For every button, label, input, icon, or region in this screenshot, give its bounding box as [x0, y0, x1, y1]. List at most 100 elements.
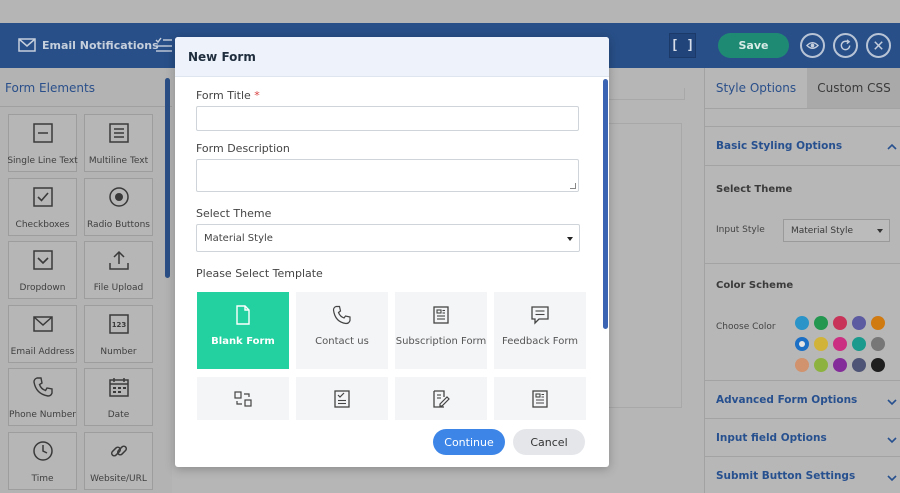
element-label: Email Address [10, 347, 75, 357]
document-edit-icon [433, 390, 450, 408]
phone-icon [32, 377, 53, 397]
element-number[interactable]: 123 Number [84, 305, 153, 363]
resize-handle-icon[interactable] [570, 183, 576, 189]
panel-divider [0, 106, 172, 107]
radio-button-icon [108, 187, 129, 207]
color-swatch[interactable] [833, 358, 847, 372]
section-divider [705, 126, 900, 127]
clock-icon [32, 441, 53, 461]
list-tab[interactable] [155, 37, 173, 53]
chevron-down-icon[interactable] [886, 472, 898, 484]
element-label: Time [31, 474, 54, 484]
chevron-down-icon[interactable] [886, 434, 898, 446]
element-single-line-text[interactable]: Single Line Text [7, 114, 78, 172]
element-file-upload[interactable]: File Upload [84, 241, 153, 299]
template-label-text: Subscription Form [395, 336, 487, 347]
input-style-label: Input Style [716, 225, 765, 235]
new-form-modal: New Form Form Title * Form Description S… [175, 37, 609, 467]
color-swatch[interactable] [833, 337, 847, 351]
element-radio-buttons[interactable]: Radio Buttons [84, 178, 153, 236]
single-line-text-icon [32, 123, 53, 143]
tab-custom-css[interactable]: Custom CSS [807, 68, 900, 108]
element-label: Checkboxes [15, 220, 70, 230]
select-theme-heading: Select Theme [716, 184, 793, 195]
template-newspaper[interactable] [494, 377, 586, 420]
save-button[interactable]: Save [718, 33, 789, 58]
fullscreen-button[interactable]: [ ] [669, 33, 696, 58]
section-divider [705, 418, 900, 419]
color-swatch[interactable] [852, 316, 866, 330]
transfer-icon [234, 391, 252, 407]
checklist-icon [334, 390, 350, 408]
template-feedback-form[interactable]: Feedback Form [494, 292, 586, 369]
template-blank-form[interactable]: Blank Form [197, 292, 289, 369]
chevron-down-icon[interactable] [886, 396, 898, 408]
eye-icon [806, 42, 819, 49]
form-elements-panel: Form Elements Single Line Text Multiline… [0, 68, 172, 493]
caret-down-icon [877, 229, 883, 233]
template-document-edit[interactable] [395, 377, 487, 420]
top-strip [0, 0, 900, 23]
color-swatch[interactable] [814, 316, 828, 330]
template-checklist[interactable] [296, 377, 388, 420]
color-swatch[interactable] [871, 316, 885, 330]
form-title-input[interactable] [196, 106, 579, 131]
left-panel-scrollbar[interactable] [165, 78, 170, 278]
canvas-frame [602, 123, 682, 408]
color-swatch[interactable] [814, 358, 828, 372]
tab-style-options[interactable]: Style Options [705, 68, 807, 108]
close-builder-button[interactable] [866, 33, 891, 58]
email-notifications-tab[interactable]: Email Notifications [18, 37, 159, 53]
element-time[interactable]: Time [8, 432, 77, 490]
color-swatch[interactable] [795, 316, 809, 330]
element-label: Phone Number [9, 410, 76, 420]
element-label: Number [100, 347, 137, 357]
element-multiline-text[interactable]: Multiline Text [84, 114, 153, 172]
chevron-up-icon[interactable] [886, 141, 898, 153]
template-subscription-form[interactable]: Subscription Form [395, 292, 487, 369]
form-title-label-text: Form Title [196, 89, 251, 102]
element-date[interactable]: Date [84, 368, 153, 426]
color-swatch[interactable] [871, 358, 885, 372]
color-swatch[interactable] [795, 358, 809, 372]
submit-button-settings-header[interactable]: Submit Button Settings [716, 470, 855, 482]
list-check-icon [155, 37, 172, 52]
select-theme-label: Select Theme [196, 207, 272, 220]
advanced-form-options-header[interactable]: Advanced Form Options [716, 394, 857, 406]
form-elements-title: Form Elements [5, 81, 95, 95]
template-label: Please Select Template [196, 267, 323, 280]
email-icon [32, 316, 53, 332]
continue-button[interactable]: Continue [433, 429, 505, 455]
input-style-select[interactable]: Material Style [783, 219, 890, 242]
choose-color-label: Choose Color [716, 322, 776, 332]
element-checkboxes[interactable]: Checkboxes [8, 178, 77, 236]
color-swatch[interactable] [852, 358, 866, 372]
template-contact-us[interactable]: Contact us [296, 292, 388, 369]
form-description-textarea[interactable] [196, 159, 579, 192]
color-swatch[interactable] [852, 337, 866, 351]
preview-button[interactable] [800, 33, 825, 58]
element-website-url[interactable]: Website/URL [84, 432, 153, 490]
color-swatch[interactable] [814, 337, 828, 351]
modal-scrollbar[interactable] [603, 79, 608, 329]
element-label: Website/URL [90, 474, 147, 484]
reset-button[interactable] [833, 33, 858, 58]
color-swatch[interactable] [871, 337, 885, 351]
template-transfer[interactable] [197, 377, 289, 420]
element-dropdown[interactable]: Dropdown [8, 241, 77, 299]
envelope-icon [18, 38, 36, 52]
input-field-options-header[interactable]: Input field Options [716, 432, 827, 444]
canvas-frame-top [602, 88, 685, 100]
element-phone-number[interactable]: Phone Number [8, 368, 77, 426]
cancel-button[interactable]: Cancel [513, 429, 585, 455]
newspaper-icon [532, 390, 548, 408]
element-label: Multiline Text [88, 156, 149, 166]
color-swatch[interactable] [833, 316, 847, 330]
section-divider [705, 380, 900, 381]
element-label: Date [107, 410, 130, 420]
color-swatch[interactable] [795, 337, 809, 351]
element-email-address[interactable]: Email Address [8, 305, 77, 363]
theme-select[interactable]: Material Style [196, 224, 580, 252]
basic-styling-header[interactable]: Basic Styling Options [716, 140, 842, 152]
upload-icon [108, 250, 129, 270]
